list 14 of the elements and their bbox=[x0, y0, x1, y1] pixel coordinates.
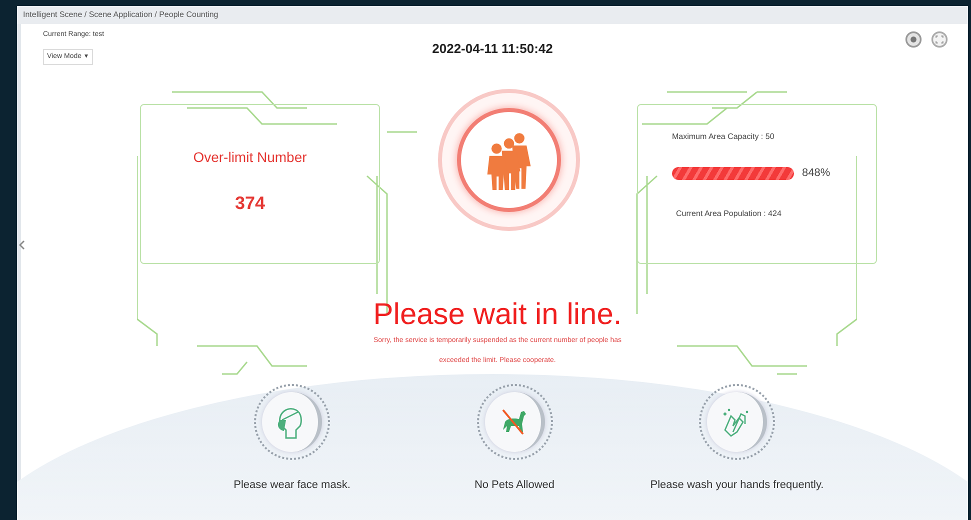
breadcrumb: Intelligent Scene / Scene Application / People Counting bbox=[17, 6, 968, 24]
sign-label: Please wear face mask. bbox=[234, 478, 350, 493]
sign-label: No Pets Allowed bbox=[474, 478, 555, 493]
over-limit-value: 374 bbox=[234, 192, 266, 215]
alert-headline: Please wait in line. bbox=[372, 298, 623, 332]
over-limit-label: Over-limit Number bbox=[193, 148, 307, 167]
collapse-handle-icon[interactable] bbox=[19, 240, 25, 250]
fullscreen-icon[interactable] bbox=[931, 31, 948, 48]
population-label: Current Area Population : 424 bbox=[676, 208, 782, 220]
capacity-label: Maximum Area Capacity : 50 bbox=[672, 131, 776, 143]
capacity-percent: 848% bbox=[802, 166, 830, 181]
sign-label: Please wash your hands frequently. bbox=[650, 478, 824, 493]
date-time: 2022-04-11 11:50:42 bbox=[431, 40, 554, 58]
settings-icon[interactable] bbox=[905, 31, 922, 48]
